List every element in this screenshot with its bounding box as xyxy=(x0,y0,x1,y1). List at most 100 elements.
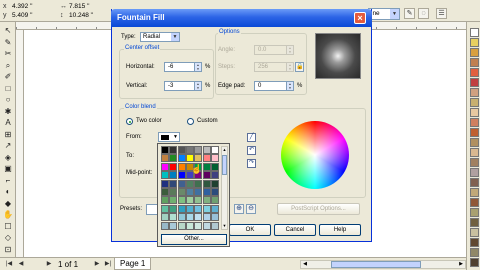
palette-swatch[interactable] xyxy=(470,198,479,207)
toolbox-tool-3[interactable]: ✂ xyxy=(2,49,14,59)
toolbox-tool-6[interactable]: □ xyxy=(2,84,14,94)
popup-scrollbar[interactable]: ▲ ▼ xyxy=(221,146,228,230)
scroll-right-icon[interactable]: ▶ xyxy=(457,261,465,268)
wrap-text-button[interactable]: ☰ xyxy=(436,8,447,19)
close-button[interactable]: × xyxy=(354,12,366,24)
scroll-up-icon[interactable]: ▲ xyxy=(222,147,227,153)
palette-swatch[interactable] xyxy=(470,108,479,117)
ccw-blend-button[interactable]: ↶ xyxy=(247,146,256,155)
color-swatch[interactable] xyxy=(169,171,178,180)
color-swatch[interactable] xyxy=(194,154,203,163)
palette-swatch[interactable] xyxy=(470,118,479,127)
palette-swatch[interactable] xyxy=(470,138,479,147)
first-page-button[interactable]: |◀ xyxy=(4,260,14,269)
help-button[interactable]: Help xyxy=(319,224,361,236)
page-tab-1[interactable]: Page 1 xyxy=(114,258,152,270)
popup-scroll-thumb[interactable] xyxy=(222,155,227,175)
ok-button[interactable]: OK xyxy=(229,224,271,236)
toolbox-tool-18[interactable]: ☐ xyxy=(2,222,14,232)
color-swatch[interactable] xyxy=(185,196,194,205)
toolbox-tool-4[interactable]: ⌕ xyxy=(2,61,14,71)
color-swatch[interactable] xyxy=(202,213,211,222)
color-swatch[interactable] xyxy=(202,196,211,205)
color-swatch[interactable] xyxy=(169,188,178,196)
two-color-radio[interactable] xyxy=(126,118,133,125)
color-swatch[interactable] xyxy=(169,221,178,230)
color-swatch[interactable] xyxy=(177,188,186,196)
palette-swatch[interactable] xyxy=(470,48,479,57)
palette-swatch[interactable] xyxy=(470,228,479,237)
palette-swatch[interactable] xyxy=(470,68,479,77)
color-swatch[interactable] xyxy=(185,221,194,230)
palette-swatch[interactable] xyxy=(470,128,479,137)
custom-radio[interactable] xyxy=(187,118,194,125)
vertical-spinbox[interactable]: -3 ▲ ▼ xyxy=(164,81,202,91)
toolbox-tool-20[interactable]: ⊡ xyxy=(2,245,14,255)
height-field[interactable]: ↕ 10.248 " xyxy=(60,11,93,20)
toolbox-tool-2[interactable]: ✎ xyxy=(2,38,14,48)
next-page-button[interactable]: ▶ xyxy=(44,260,54,269)
palette-swatch[interactable] xyxy=(470,98,479,107)
toolbox-tool-14[interactable]: ⌐ xyxy=(2,176,14,186)
toolbox-tool-17[interactable]: ✋ xyxy=(2,210,14,220)
edge-pad-spinbox[interactable]: 0 ▲ ▼ xyxy=(254,81,294,91)
toolbox-tool-8[interactable]: ✱ xyxy=(2,107,14,117)
fill-preview[interactable] xyxy=(315,33,361,79)
cancel-button[interactable]: Cancel xyxy=(274,224,316,236)
horizontal-scrollbar[interactable]: ◀ ▶ xyxy=(300,260,466,269)
from-color-button[interactable]: ▼ xyxy=(158,132,180,142)
palette-swatch[interactable] xyxy=(470,188,479,197)
toolbox-tool-13[interactable]: ▣ xyxy=(2,164,14,174)
scroll-left-icon[interactable]: ◀ xyxy=(301,261,309,268)
palette-swatch[interactable] xyxy=(470,88,479,97)
palette-swatch[interactable] xyxy=(470,78,479,87)
palette-swatch[interactable] xyxy=(470,178,479,187)
palette-swatch[interactable] xyxy=(470,248,479,257)
color-swatch[interactable] xyxy=(202,221,211,230)
color-swatch[interactable] xyxy=(210,146,219,154)
next-page-button-2[interactable]: ▶ xyxy=(92,260,102,269)
color-swatch[interactable] xyxy=(161,162,169,171)
color-swatch[interactable] xyxy=(177,154,186,163)
color-swatch[interactable] xyxy=(169,196,178,205)
color-swatch[interactable] xyxy=(202,154,211,163)
toolbox-tool-10[interactable]: ⊞ xyxy=(2,130,14,140)
color-swatch[interactable] xyxy=(161,146,169,154)
spin-arrows-icon[interactable]: ▲ ▼ xyxy=(286,82,293,90)
color-swatch[interactable] xyxy=(194,188,203,196)
color-swatch[interactable] xyxy=(194,204,203,213)
cw-blend-button[interactable]: ↷ xyxy=(247,159,256,168)
last-page-button[interactable]: ▶| xyxy=(103,260,113,269)
color-swatch[interactable] xyxy=(161,204,169,213)
palette-swatch[interactable] xyxy=(470,58,479,67)
color-swatch[interactable] xyxy=(177,196,186,205)
color-swatch[interactable] xyxy=(202,204,211,213)
color-swatch[interactable] xyxy=(169,146,178,154)
color-swatch[interactable] xyxy=(202,179,211,188)
palette-swatch[interactable] xyxy=(470,218,479,227)
toolbox-tool-15[interactable]: ◐ xyxy=(2,187,14,197)
spin-arrows-icon[interactable]: ▲ ▼ xyxy=(194,63,201,71)
prev-page-button[interactable]: ◀ xyxy=(16,260,26,269)
palette-swatch[interactable] xyxy=(470,258,479,267)
color-swatch[interactable] xyxy=(185,204,194,213)
color-swatch[interactable] xyxy=(177,171,186,180)
color-swatch[interactable] xyxy=(194,146,203,154)
color-swatch[interactable] xyxy=(169,179,178,188)
color-swatch[interactable] xyxy=(185,213,194,222)
color-swatch[interactable] xyxy=(177,221,186,230)
dialog-titlebar[interactable]: Fountain Fill × xyxy=(111,9,372,27)
palette-swatch[interactable] xyxy=(470,28,479,37)
color-swatch[interactable] xyxy=(210,171,219,180)
color-swatch[interactable] xyxy=(161,188,169,196)
remove-preset-button[interactable]: ⊖ xyxy=(246,204,256,214)
toolbox-tool-16[interactable]: ◆ xyxy=(2,199,14,209)
straight-line-blend-button[interactable]: ╱ xyxy=(247,133,256,142)
color-swatch[interactable] xyxy=(210,188,219,196)
color-swatch[interactable] xyxy=(202,162,211,171)
color-swatch[interactable] xyxy=(210,204,219,213)
color-swatch[interactable] xyxy=(169,162,178,171)
color-swatch[interactable] xyxy=(202,171,211,180)
color-swatch[interactable] xyxy=(210,162,219,171)
toolbox-tool-5[interactable]: ✐ xyxy=(2,72,14,82)
